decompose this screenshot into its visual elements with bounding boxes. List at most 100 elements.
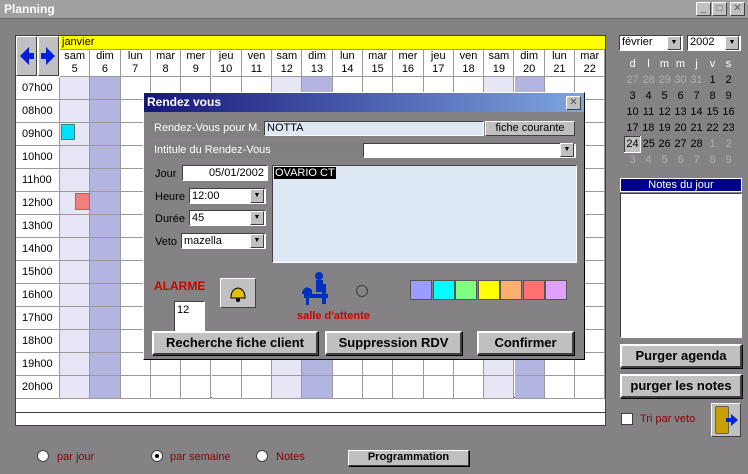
time-slot[interactable] xyxy=(363,376,394,399)
day-header[interactable]: dim 20 xyxy=(514,50,545,77)
calendar-day[interactable]: 14 xyxy=(689,104,705,120)
intitule-select[interactable] xyxy=(363,143,576,158)
calendar-day[interactable]: 11 xyxy=(641,104,657,120)
memo-textarea[interactable]: OVARIO CT xyxy=(272,165,577,263)
calendar-day[interactable]: 29 xyxy=(657,72,673,88)
rdv-client-field[interactable]: NOTTA xyxy=(264,121,484,136)
recherche-fiche-button[interactable]: Recherche fiche client xyxy=(152,331,318,355)
time-slot[interactable] xyxy=(60,307,91,330)
day-header[interactable]: ven 18 xyxy=(453,50,485,77)
time-slot[interactable] xyxy=(60,261,91,284)
alarme-field[interactable]: 12 xyxy=(174,301,205,332)
calendar-day[interactable]: 28 xyxy=(641,72,657,88)
tri-checkbox[interactable] xyxy=(621,413,633,425)
color-swatch[interactable] xyxy=(455,280,477,300)
programmation-button[interactable]: Programmation xyxy=(348,450,469,466)
day-header[interactable]: jeu 10 xyxy=(211,50,242,77)
day-header[interactable]: lun 14 xyxy=(332,50,363,77)
prev-week-button[interactable] xyxy=(16,36,37,76)
time-slot[interactable] xyxy=(150,376,182,399)
heure-dropdown[interactable]: ▼ xyxy=(250,189,264,203)
day-header[interactable]: sam 19 xyxy=(484,50,515,77)
calendar-day[interactable]: 26 xyxy=(657,136,673,152)
time-slot[interactable] xyxy=(90,123,121,146)
calendar-day[interactable]: 13 xyxy=(673,104,689,120)
time-slot[interactable] xyxy=(60,330,91,353)
day-header[interactable]: sam 5 xyxy=(60,50,91,77)
calendar-day[interactable]: 4 xyxy=(641,152,657,168)
time-slot[interactable] xyxy=(90,261,121,284)
calendar-day[interactable]: 1 xyxy=(705,72,721,88)
time-slot[interactable] xyxy=(60,284,91,307)
time-slot[interactable] xyxy=(60,100,91,123)
day-header[interactable]: lun 21 xyxy=(544,50,576,77)
purger-agenda-button[interactable]: Purger agenda xyxy=(620,344,742,368)
day-header[interactable]: mer 9 xyxy=(181,50,212,77)
calendar-day[interactable]: 22 xyxy=(705,120,721,136)
calendar-day[interactable]: 16 xyxy=(721,104,737,120)
time-slot[interactable] xyxy=(60,353,91,376)
time-slot[interactable] xyxy=(60,215,91,238)
time-slot[interactable] xyxy=(90,307,121,330)
salle-attente-radio[interactable] xyxy=(356,285,368,297)
notes-radio[interactable] xyxy=(256,450,268,462)
time-slot[interactable] xyxy=(514,376,545,399)
calendar-day[interactable]: 2 xyxy=(721,136,737,152)
day-header[interactable]: jeu 17 xyxy=(423,50,454,77)
calendar-day[interactable]: 9 xyxy=(721,152,737,168)
time-slot[interactable] xyxy=(90,146,121,169)
calendar-day[interactable]: 24 xyxy=(624,135,641,153)
time-slot[interactable] xyxy=(90,192,121,215)
calendar-day[interactable]: 19 xyxy=(657,120,673,136)
calendar-day[interactable]: 17 xyxy=(625,120,641,136)
calendar-day[interactable]: 30 xyxy=(673,72,689,88)
notes-textarea[interactable] xyxy=(620,193,742,338)
calendar-day[interactable]: 28 xyxy=(689,136,705,152)
exit-button[interactable] xyxy=(711,403,741,437)
time-slot[interactable] xyxy=(60,77,91,100)
calendar-day[interactable]: 23 xyxy=(721,120,737,136)
dialog-close-button[interactable]: ✕ xyxy=(566,96,581,110)
day-header[interactable]: mar 8 xyxy=(150,50,182,77)
time-slot[interactable] xyxy=(90,353,121,376)
day-header[interactable]: sam 12 xyxy=(272,50,303,77)
time-slot[interactable] xyxy=(90,284,121,307)
suppression-rdv-button[interactable]: Suppression RDV xyxy=(325,331,462,355)
calendar-day[interactable]: 5 xyxy=(657,88,673,104)
time-slot[interactable] xyxy=(60,376,91,399)
time-slot[interactable] xyxy=(120,376,151,399)
calendar-day[interactable]: 10 xyxy=(625,104,641,120)
calendar-day[interactable]: 7 xyxy=(689,88,705,104)
day-header[interactable]: dim 6 xyxy=(90,50,121,77)
par-jour-radio[interactable] xyxy=(37,450,49,462)
time-slot[interactable] xyxy=(60,238,91,261)
purger-notes-button[interactable]: purger les notes xyxy=(620,374,742,398)
day-header[interactable]: mar 15 xyxy=(363,50,394,77)
time-slot[interactable] xyxy=(272,376,303,399)
time-slot[interactable] xyxy=(181,376,212,399)
calendar-day[interactable]: 2 xyxy=(721,72,737,88)
duree-dropdown[interactable]: ▼ xyxy=(250,211,264,225)
time-slot[interactable] xyxy=(90,330,121,353)
veto-dropdown[interactable]: ▼ xyxy=(250,234,264,248)
time-slot[interactable] xyxy=(60,146,91,169)
time-slot[interactable] xyxy=(60,169,91,192)
calendar-day[interactable]: 8 xyxy=(705,88,721,104)
calendar-day[interactable]: 6 xyxy=(673,88,689,104)
fiche-courante-button[interactable]: fiche courante xyxy=(485,121,575,136)
appointment-block[interactable] xyxy=(75,193,90,210)
time-slot[interactable] xyxy=(90,77,121,100)
calendar-day[interactable]: 9 xyxy=(721,88,737,104)
color-swatch[interactable] xyxy=(432,280,455,300)
calendar-day[interactable]: 6 xyxy=(673,152,689,168)
calendar-day[interactable]: 25 xyxy=(641,136,657,152)
minimize-button[interactable]: _ xyxy=(696,2,711,16)
calendar-day[interactable]: 12 xyxy=(657,104,673,120)
color-swatch[interactable] xyxy=(522,280,545,300)
time-slot[interactable] xyxy=(241,376,273,399)
calendar-day[interactable]: 18 xyxy=(641,120,657,136)
alarm-button[interactable] xyxy=(220,278,256,308)
time-slot[interactable] xyxy=(393,376,424,399)
color-swatch[interactable] xyxy=(500,280,522,300)
calendar-day[interactable]: 1 xyxy=(705,136,721,152)
